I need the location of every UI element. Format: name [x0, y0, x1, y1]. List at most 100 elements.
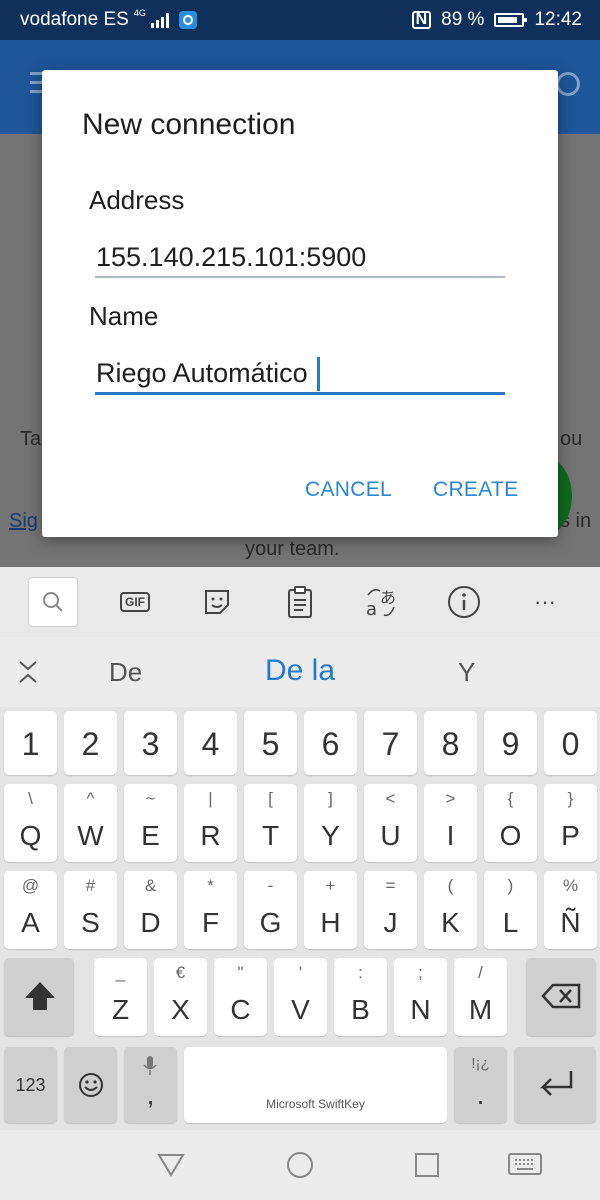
navigation-bar — [0, 1130, 600, 1200]
translate-icon[interactable]: aあ — [357, 577, 407, 627]
shift-key[interactable] — [4, 958, 74, 1036]
key-label: I — [446, 820, 455, 851]
key-8[interactable]: 8 — [424, 711, 477, 775]
suggestion-center[interactable]: De la — [265, 654, 335, 688]
key-label: 4 — [201, 726, 220, 762]
name-label: Name — [89, 301, 159, 331]
create-button[interactable]: CREATE — [433, 478, 518, 502]
key-w[interactable]: ^ W — [64, 784, 117, 862]
key-o[interactable]: {O — [484, 784, 537, 862]
backspace-key[interactable] — [526, 958, 596, 1036]
key-l[interactable]: ) L — [484, 871, 537, 949]
key-secondary-label: ~ — [145, 789, 156, 808]
key-s[interactable]: # S — [64, 871, 117, 949]
key-z[interactable]: _ Z — [94, 958, 147, 1036]
key-5[interactable]: 5 — [244, 711, 297, 775]
key-d[interactable]: & D — [124, 871, 177, 949]
key-f[interactable]: * F — [184, 871, 237, 949]
key-label: O — [499, 820, 522, 851]
new-connection-dialog: New connection Address 155.140.215.101:5… — [42, 70, 558, 537]
recents-icon[interactable] — [414, 1152, 440, 1178]
key-label: V — [291, 994, 310, 1025]
key-label: E — [141, 820, 160, 851]
comma-key[interactable]: , — [124, 1047, 177, 1123]
key-ñ[interactable]: % Ñ — [544, 871, 597, 949]
key-c[interactable]: " C — [214, 958, 267, 1036]
key-label: R — [200, 820, 221, 851]
enter-key[interactable] — [514, 1047, 596, 1123]
svg-text:a: a — [366, 599, 377, 619]
key-label: 5 — [261, 726, 280, 762]
key-secondary-label: ( — [447, 876, 454, 895]
suggestion-right[interactable]: Y — [458, 657, 475, 688]
key-y[interactable]: ] Y — [304, 784, 357, 862]
key-secondary-label: & — [144, 876, 157, 895]
key-3[interactable]: 3 — [124, 711, 177, 775]
space-key[interactable]: Microsoft SwiftKey — [184, 1047, 447, 1123]
key-label: M — [468, 994, 493, 1025]
key-x[interactable]: € X — [154, 958, 207, 1036]
key-6[interactable]: 6 — [304, 711, 357, 775]
key-v[interactable]: ' V — [274, 958, 327, 1036]
symbols-key[interactable]: 123 — [4, 1047, 57, 1123]
key-j[interactable]: = J — [364, 871, 417, 949]
battery-icon — [494, 13, 528, 27]
collapse-icon[interactable] — [17, 659, 39, 690]
key-secondary-label: ^ — [86, 789, 95, 808]
key-q[interactable]: \ Q — [4, 784, 57, 862]
key-label: Y — [321, 820, 340, 851]
key-9[interactable]: 9 — [484, 711, 537, 775]
key-label: B — [351, 994, 370, 1025]
key-4[interactable]: 4 — [184, 711, 237, 775]
key-h[interactable]: + H — [304, 871, 357, 949]
home-icon[interactable] — [285, 1150, 315, 1180]
key-m[interactable]: / M — [454, 958, 507, 1036]
key-r[interactable]: | R — [184, 784, 237, 862]
suggestion-left[interactable]: De — [109, 657, 142, 688]
key-b[interactable]: :B — [334, 958, 387, 1036]
gif-icon[interactable]: GIF — [110, 577, 160, 627]
key-label: 7 — [381, 726, 400, 762]
period-key[interactable]: !¡¿ . — [454, 1047, 507, 1123]
key-u[interactable]: < U — [364, 784, 417, 862]
key-7[interactable]: 7 — [364, 711, 417, 775]
key-secondary-label: { — [507, 789, 514, 808]
key-n[interactable]: ; N — [394, 958, 447, 1036]
emoji-key[interactable] — [64, 1047, 117, 1123]
key-t[interactable]: [T — [244, 784, 297, 862]
keyboard-hide-icon[interactable] — [507, 1152, 543, 1178]
key-label: T — [261, 820, 280, 851]
sticker-icon[interactable] — [192, 577, 242, 627]
clipboard-icon[interactable] — [275, 577, 325, 627]
key-p[interactable]: } P — [544, 784, 597, 862]
more-icon[interactable]: ··· — [520, 577, 570, 627]
key-e[interactable]: ~ E — [124, 784, 177, 862]
key-g[interactable]: -G — [244, 871, 297, 949]
key-label: G — [259, 907, 282, 938]
dialog-title: New connection — [82, 108, 296, 141]
clock: 12:42 — [534, 9, 582, 30]
key-secondary-label: _ — [115, 963, 126, 982]
key-label: 6 — [321, 726, 340, 762]
background-text: ou — [560, 428, 583, 450]
status-bar: vodafone ES 4G N 89 % 12:42 — [0, 0, 600, 40]
key-k[interactable]: (K — [424, 871, 477, 949]
key-label: U — [380, 820, 401, 851]
name-field[interactable]: Riego Automático — [95, 355, 505, 395]
address-field[interactable]: 155.140.215.101:5900 — [95, 238, 505, 278]
key-2[interactable]: 2 — [64, 711, 117, 775]
signal-icon — [150, 12, 169, 28]
info-icon[interactable] — [439, 577, 489, 627]
key-1[interactable]: 1 — [4, 711, 57, 775]
search-icon — [556, 72, 580, 96]
key-i[interactable]: > I — [424, 784, 477, 862]
cancel-button[interactable]: CANCEL — [305, 478, 392, 502]
key-0[interactable]: 0 — [544, 711, 597, 775]
key-label: 0 — [561, 726, 580, 762]
back-icon[interactable] — [156, 1152, 186, 1178]
suggestion-bar: De De la Y — [0, 637, 600, 707]
key-secondary-label: ) — [507, 876, 514, 895]
key-a[interactable]: @ A — [4, 871, 57, 949]
key-label: Q — [19, 820, 42, 851]
search-icon[interactable] — [28, 577, 78, 627]
